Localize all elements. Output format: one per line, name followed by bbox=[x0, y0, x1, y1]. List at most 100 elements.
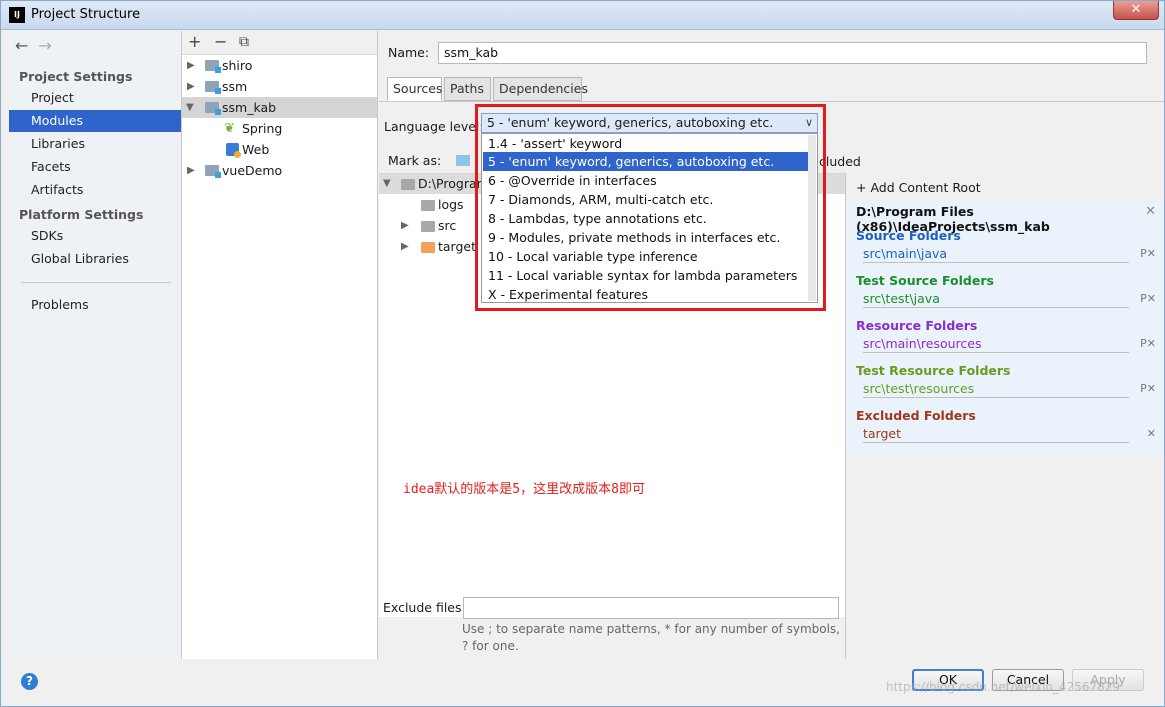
sidebar-divider bbox=[21, 282, 171, 283]
excluded-folders-heading: Excluded Folders bbox=[856, 408, 976, 423]
modules-toolbar: + − ⧉ bbox=[182, 31, 377, 55]
add-content-root-button[interactable]: + Add Content Root bbox=[856, 180, 981, 195]
language-level-label: Language level: bbox=[384, 119, 484, 134]
name-label: Name: bbox=[388, 45, 430, 60]
test-resource-folders-heading: Test Resource Folders bbox=[856, 363, 1011, 378]
language-level-dropdown: 1.4 - 'assert' keyword 5 - 'enum' keywor… bbox=[481, 133, 818, 303]
collapse-arrow-icon[interactable]: ▼ bbox=[186, 97, 194, 118]
tree-row-shiro[interactable]: ▶ shiro bbox=[182, 55, 377, 76]
language-level-selected: 5 - 'enum' keyword, generics, autoboxing… bbox=[487, 115, 774, 130]
folder-icon bbox=[421, 200, 435, 211]
tree-row-web-facet[interactable]: Web bbox=[182, 139, 377, 160]
tab-sources[interactable]: Sources bbox=[387, 77, 442, 101]
module-folder-icon bbox=[205, 165, 221, 178]
exclude-files-hint: Use ; to separate name patterns, * for a… bbox=[462, 622, 840, 653]
exclude-files-input[interactable] bbox=[463, 597, 839, 619]
tab-dependencies[interactable]: Dependencies bbox=[493, 77, 588, 101]
remove-excluded-icon[interactable]: ✕ bbox=[1147, 427, 1156, 440]
content-root-details: D:\Program Files (x86)\IdeaProjects\ssm_… bbox=[846, 201, 1164, 454]
dropdown-option-selected[interactable]: 5 - 'enum' keyword, generics, autoboxing… bbox=[483, 152, 809, 171]
dropdown-option[interactable]: 9 - Modules, private methods in interfac… bbox=[483, 228, 809, 247]
tree-row-spring-facet[interactable]: ❦ Spring bbox=[182, 118, 377, 139]
dropdown-option[interactable]: 8 - Lambdas, type annotations etc. bbox=[483, 209, 809, 228]
section-platform-settings: Platform Settings bbox=[19, 207, 144, 222]
folder-label: logs bbox=[438, 197, 464, 212]
folder-entry-actions-icon[interactable]: P✕ bbox=[1140, 292, 1156, 305]
folder-entry-actions-icon[interactable]: P✕ bbox=[1140, 247, 1156, 260]
dropdown-scrollbar[interactable] bbox=[808, 135, 816, 301]
sidebar-item-artifacts[interactable]: Artifacts bbox=[9, 179, 181, 201]
expand-arrow-icon[interactable]: ▶ bbox=[401, 216, 409, 236]
resource-folders-heading: Resource Folders bbox=[856, 318, 978, 333]
module-label: ssm bbox=[222, 79, 248, 94]
module-label: ssm_kab bbox=[222, 100, 277, 115]
content-roots-panel: + Add Content Root D:\Program Files (x86… bbox=[845, 173, 1164, 659]
folder-entry-actions-icon[interactable]: P✕ bbox=[1140, 382, 1156, 395]
dropdown-option[interactable]: 11 - Local variable syntax for lambda pa… bbox=[483, 266, 809, 285]
module-label: shiro bbox=[222, 58, 253, 73]
source-folder-entry: src\main\java bbox=[863, 246, 1129, 263]
expand-arrow-icon[interactable]: ▶ bbox=[401, 237, 409, 257]
test-resource-folder-entry: src\test\resources bbox=[863, 381, 1129, 398]
add-content-root-label: Add Content Root bbox=[870, 180, 981, 195]
mark-as-label: Mark as: bbox=[388, 153, 442, 168]
facet-label: Web bbox=[242, 142, 270, 157]
sidebar-item-libraries[interactable]: Libraries bbox=[9, 133, 181, 155]
dropdown-option[interactable]: 7 - Diamonds, ARM, multi-catch etc. bbox=[483, 190, 809, 209]
dropdown-option[interactable]: 6 - @Override in interfaces bbox=[483, 171, 809, 190]
chevron-down-icon[interactable]: ∨ bbox=[805, 114, 813, 132]
sidebar-item-global-libraries[interactable]: Global Libraries bbox=[9, 248, 181, 270]
sources-folder-icon[interactable] bbox=[456, 155, 470, 166]
close-button[interactable]: ✕ bbox=[1113, 1, 1159, 20]
sidebar-item-modules[interactable]: Modules bbox=[9, 110, 181, 132]
module-folder-icon bbox=[205, 60, 221, 73]
dropdown-option[interactable]: 10 - Local variable type inference bbox=[483, 247, 809, 266]
back-arrow-icon[interactable]: ← bbox=[15, 36, 28, 55]
test-source-folder-entry: src\test\java bbox=[863, 291, 1129, 308]
module-label: vueDemo bbox=[222, 163, 283, 178]
dropdown-option[interactable]: 1.4 - 'assert' keyword bbox=[483, 134, 809, 153]
folder-entry-actions-icon[interactable]: P✕ bbox=[1140, 337, 1156, 350]
test-source-folders-heading: Test Source Folders bbox=[856, 273, 994, 288]
tab-paths[interactable]: Paths bbox=[444, 77, 491, 101]
sidebar-item-project[interactable]: Project bbox=[9, 87, 181, 109]
window-title: Project Structure bbox=[31, 7, 141, 22]
excluded-folder-entry: target bbox=[863, 426, 1129, 443]
add-module-icon[interactable]: + bbox=[188, 32, 201, 51]
web-facet-icon bbox=[226, 143, 241, 158]
settings-sidebar: ← → Project Settings Project Modules Libr… bbox=[9, 31, 182, 659]
sidebar-item-problems[interactable]: Problems bbox=[9, 294, 181, 316]
collapse-arrow-icon[interactable]: ▼ bbox=[383, 174, 391, 194]
annotation-note: idea默认的版本是5，这里改成版本8即可 bbox=[403, 482, 645, 497]
facet-label: Spring bbox=[242, 121, 283, 136]
sidebar-item-facets[interactable]: Facets bbox=[9, 156, 181, 178]
module-folder-icon bbox=[205, 81, 221, 94]
expand-arrow-icon[interactable]: ▶ bbox=[187, 76, 195, 97]
copy-module-icon[interactable]: ⧉ bbox=[239, 34, 249, 50]
module-name-field[interactable]: ssm_kab bbox=[438, 42, 1147, 64]
dropdown-option[interactable]: X - Experimental features bbox=[483, 285, 809, 304]
expand-arrow-icon[interactable]: ▶ bbox=[187, 160, 195, 181]
expand-arrow-icon[interactable]: ▶ bbox=[187, 55, 195, 76]
exclude-files-label: Exclude files: bbox=[383, 600, 466, 615]
excluded-folder-icon bbox=[421, 242, 435, 253]
intellij-logo-icon: IJ bbox=[9, 7, 25, 23]
module-folder-icon bbox=[205, 102, 221, 115]
sidebar-item-sdks[interactable]: SDKs bbox=[9, 225, 181, 247]
modules-panel: + − ⧉ ▶ shiro ▶ ssm ▼ ssm_kab ❦ Spring W… bbox=[182, 31, 378, 659]
tree-row-ssm-kab[interactable]: ▼ ssm_kab bbox=[182, 97, 377, 118]
tree-row-vuedemo[interactable]: ▶ vueDemo bbox=[182, 160, 377, 181]
tree-row-ssm[interactable]: ▶ ssm bbox=[182, 76, 377, 97]
source-folders-heading: Source Folders bbox=[856, 228, 961, 243]
folder-icon bbox=[421, 221, 435, 232]
help-icon[interactable]: ? bbox=[21, 673, 38, 690]
folder-label: target bbox=[438, 239, 477, 254]
folder-icon bbox=[401, 179, 415, 190]
project-structure-window: IJ Project Structure ✕ ← → Project Settin… bbox=[0, 0, 1165, 707]
remove-module-icon[interactable]: − bbox=[214, 32, 227, 51]
remove-root-icon[interactable]: ✕ bbox=[1145, 204, 1156, 219]
language-level-combo[interactable]: 5 - 'enum' keyword, generics, autoboxing… bbox=[481, 113, 818, 133]
history-arrows: ← → bbox=[15, 36, 62, 55]
forward-arrow-icon[interactable]: → bbox=[38, 36, 51, 55]
plus-icon: + bbox=[856, 180, 871, 195]
